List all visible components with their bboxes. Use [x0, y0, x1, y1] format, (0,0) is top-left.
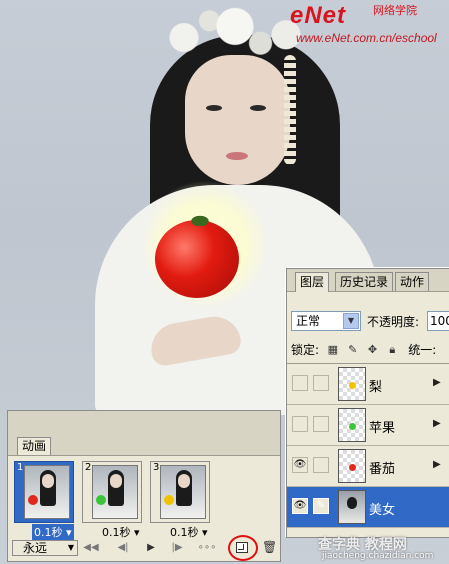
layer-beauty[interactable]: 👁︎ ✎ 美女 — [287, 487, 449, 528]
chevron-down-icon: ▾ — [66, 526, 72, 539]
frame-number: 3 — [153, 462, 160, 473]
tab-history[interactable]: 历史记录 — [335, 272, 394, 291]
layer-name: 苹果 — [369, 421, 396, 436]
blend-mode-value: 正常 — [296, 314, 321, 328]
tab-actions[interactable]: 动作 — [395, 272, 430, 291]
expand-arrow-icon[interactable]: ▶ — [433, 459, 441, 470]
animation-tabbar: 动画 — [8, 411, 280, 456]
frame-number: 2 — [85, 462, 92, 473]
animation-frame-3[interactable]: 3 0.1秒 ▾ — [150, 461, 210, 540]
frame-thumbnail — [92, 465, 138, 519]
chevron-down-icon: ▾ — [202, 526, 208, 539]
layer-name: 梨 — [369, 380, 383, 395]
blend-mode-select[interactable]: 正常 ▼ — [291, 311, 361, 331]
visibility-toggle[interactable] — [292, 375, 308, 391]
frame-delay-value: 0.1秒 — [34, 526, 63, 539]
watermark-bottom-url: jiaocheng.chazidian.com — [322, 551, 434, 561]
layer-thumbnail — [338, 408, 366, 442]
previous-frame-icon[interactable]: ◀| — [112, 540, 134, 556]
layer-name: 番茄 — [369, 462, 396, 477]
frame-ball — [28, 495, 38, 505]
watermark-logo: eNet — [290, 2, 347, 29]
face — [185, 55, 290, 185]
expand-arrow-icon[interactable]: ▶ — [433, 418, 441, 429]
chevron-down-icon[interactable]: ▼ — [343, 313, 359, 329]
opacity-input[interactable]: 100% — [427, 311, 449, 331]
opacity-label: 不透明度: — [367, 315, 420, 329]
tab-animation[interactable]: 动画 — [17, 437, 52, 455]
right-eye — [250, 105, 266, 111]
play-icon[interactable]: ▶ — [140, 540, 162, 556]
layer-name: 美女 — [369, 503, 396, 518]
layer-thumbnail — [338, 367, 366, 401]
frame-delay-value: 0.1秒 — [170, 526, 199, 539]
loop-value: 永远 — [23, 541, 48, 555]
new-frame-icon[interactable] — [236, 542, 248, 553]
lock-all-icon[interactable]: 🔒︎ — [386, 343, 398, 356]
frame-ball — [96, 495, 106, 505]
layer-apple[interactable]: 苹果 ▶ — [287, 405, 449, 446]
lips — [226, 152, 248, 160]
animation-panel: 动画 1 0.1秒 ▾ 2 0.1秒 ▾ 3 0.1秒 ▾ 永远 ▼ ◀◀ ◀|… — [7, 410, 281, 562]
link-toggle[interactable] — [313, 457, 329, 473]
lock-label: 锁定: — [291, 343, 320, 357]
layer-list: 梨 ▶ 苹果 ▶ 👁︎ 番茄 ▶ 👁︎ ✎ 美女 — [287, 363, 449, 536]
tomato-stem — [185, 212, 215, 230]
link-toggle[interactable]: ✎ — [313, 498, 329, 514]
left-eye — [206, 105, 222, 111]
pearl-strand — [284, 55, 296, 165]
frame-delay[interactable]: 0.1秒 ▾ — [32, 524, 74, 540]
link-toggle[interactable] — [313, 416, 329, 432]
lock-transparent-icon[interactable]: ▦ — [327, 343, 339, 356]
chevron-down-icon: ▾ — [134, 526, 140, 539]
layer-thumbnail — [338, 490, 366, 524]
layer-thumbnail — [338, 449, 366, 483]
frame-delay-value: 0.1秒 — [102, 526, 131, 539]
visibility-toggle[interactable]: 👁︎ — [292, 498, 308, 514]
lock-image-icon[interactable]: ✎ — [347, 343, 359, 356]
visibility-toggle[interactable] — [292, 416, 308, 432]
watermark-logo-tag: 网络学院 — [373, 4, 417, 17]
frame-thumbnail — [160, 465, 206, 519]
lock-position-icon[interactable]: ✥ — [367, 343, 379, 356]
animation-controls: 永远 ▼ ◀◀ ◀| ▶ |▶ ∘∘∘ 🗑︎ — [8, 535, 280, 561]
layers-panel: 图层 历史记录 动作 正常 ▼ 不透明度: 100% 锁定: ▦ ✎ ✥ 🔒︎ … — [286, 268, 449, 538]
loop-select[interactable]: 永远 ▼ — [12, 540, 78, 556]
frame-thumbnail — [24, 465, 70, 519]
watermark-url: www.eNet.com.cn/eschool — [296, 31, 437, 45]
link-toggle[interactable] — [313, 375, 329, 391]
tween-icon[interactable]: ∘∘∘ — [196, 540, 218, 556]
frame-delay[interactable]: 0.1秒 ▾ — [102, 524, 140, 540]
first-frame-icon[interactable]: ◀◀ — [80, 540, 102, 556]
tab-layers[interactable]: 图层 — [295, 272, 330, 292]
layer-thumbnail-dot — [349, 423, 356, 430]
layer-thumbnail-dot — [349, 464, 356, 471]
tomato — [155, 220, 239, 298]
frame-ball — [164, 495, 174, 505]
frame-number: 1 — [17, 462, 24, 473]
delete-frame-icon[interactable]: 🗑︎ — [262, 540, 277, 554]
lock-row: 锁定: ▦ ✎ ✥ 🔒︎ 统一: — [291, 341, 449, 359]
eye-icon: 👁︎ — [293, 500, 307, 511]
unify-label: 统一: — [408, 343, 437, 357]
animation-frame-2[interactable]: 2 0.1秒 ▾ — [82, 461, 142, 540]
eye-icon: 👁︎ — [293, 459, 307, 470]
layer-tomato[interactable]: 👁︎ 番茄 ▶ — [287, 446, 449, 487]
layer-pear[interactable]: 梨 ▶ — [287, 364, 449, 405]
next-frame-icon[interactable]: |▶ — [166, 540, 188, 556]
animation-frame-1[interactable]: 1 0.1秒 ▾ — [14, 461, 74, 540]
expand-arrow-icon[interactable]: ▶ — [433, 377, 441, 388]
visibility-toggle[interactable]: 👁︎ — [292, 457, 308, 473]
layers-tabbar: 图层 历史记录 动作 — [287, 269, 449, 292]
layer-thumbnail-dot — [349, 382, 356, 389]
chevron-down-icon: ▼ — [67, 543, 74, 552]
brush-icon: ✎ — [316, 500, 326, 511]
frame-delay[interactable]: 0.1秒 ▾ — [170, 524, 208, 540]
